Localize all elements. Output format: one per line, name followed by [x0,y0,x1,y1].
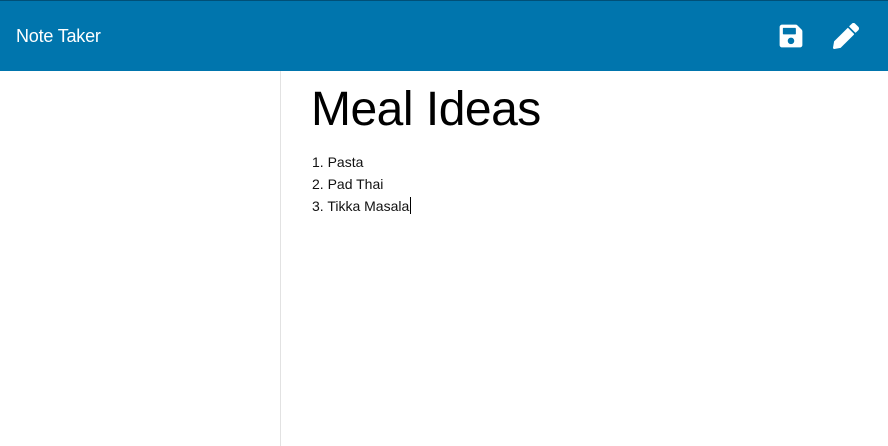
note-line-last: 3. Tikka Masala [312,195,872,217]
note-title-input[interactable]: Meal Ideas [311,81,871,139]
note-line: 2. Pad Thai [312,176,384,192]
save-note-icon[interactable] [778,23,804,49]
note-taker-app: Note Taker Meal Ideas 1. Pasta 2. Pad Th… [0,0,888,446]
note-text-area[interactable]: 1. Pasta 2. Pad Thai 3. Tikka Masala [312,151,872,217]
note-line-text: 3. Tikka Masala [312,198,410,214]
navbar: Note Taker [0,0,888,71]
new-note-pencil-icon[interactable] [833,23,859,49]
brand-link[interactable]: Note Taker [16,24,101,48]
note-editor: Meal Ideas 1. Pasta 2. Pad Thai 3. Tikka… [281,71,888,446]
note-list-sidebar [0,71,281,446]
text-cursor [410,197,412,214]
note-line: 1. Pasta [312,154,364,170]
